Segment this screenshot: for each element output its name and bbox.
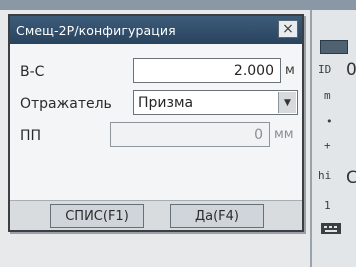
close-button[interactable]: × <box>278 20 298 38</box>
measure-mode-icon: m <box>324 89 331 102</box>
side-status-panel: ID 0 m • + hi C 1 <box>310 10 356 267</box>
row-vs: В-С 2.000 м <box>10 58 302 86</box>
ok-button-label: Да(F4) <box>194 208 239 224</box>
keyboard-icon <box>321 223 341 234</box>
pp-label: ПП <box>20 128 42 144</box>
level-icon: 1 <box>324 199 331 212</box>
pp-value: 0 <box>254 126 263 143</box>
vs-unit: м <box>285 63 295 78</box>
battery-icon <box>320 40 348 54</box>
reflector-label: Отражатель <box>20 96 112 112</box>
ok-button[interactable]: Да(F4) <box>170 204 264 228</box>
row-pp: ПП 0 мм <box>10 122 302 150</box>
offset-config-dialog: Смещ-2Р/конфигурация × В-С 2.000 м Отраж… <box>8 14 304 232</box>
dialog-title: Смещ-2Р/конфигурация <box>16 22 176 38</box>
vs-input[interactable]: 2.000 <box>133 58 281 83</box>
id-icon: ID <box>318 63 332 76</box>
dialog-button-bar: СПИС(F1) Да(F4) <box>10 200 302 230</box>
side-cut-text-1: 0 <box>346 60 356 80</box>
reflector-value: Призма <box>138 94 194 111</box>
dropdown-button[interactable]: ▼ <box>278 92 296 113</box>
dialog-titlebar: Смещ-2Р/конфигурация × <box>10 16 302 44</box>
dot-icon: • <box>326 115 333 128</box>
chevron-down-icon: ▼ <box>284 97 291 108</box>
row-reflector: Отражатель Призма ▼ <box>10 90 302 118</box>
tilt-icon: + <box>324 139 331 152</box>
list-button[interactable]: СПИС(F1) <box>50 204 144 228</box>
vs-value: 2.000 <box>233 62 274 79</box>
screen-top-bar <box>0 0 356 10</box>
close-icon: × <box>282 21 294 37</box>
height-icon: hi <box>318 169 332 182</box>
pp-unit: мм <box>274 127 294 142</box>
pp-input[interactable]: 0 <box>110 122 270 147</box>
vs-label: В-С <box>20 64 45 80</box>
side-cut-text-2: C <box>346 168 356 188</box>
list-button-label: СПИС(F1) <box>65 208 129 224</box>
reflector-select[interactable]: Призма ▼ <box>133 90 298 115</box>
